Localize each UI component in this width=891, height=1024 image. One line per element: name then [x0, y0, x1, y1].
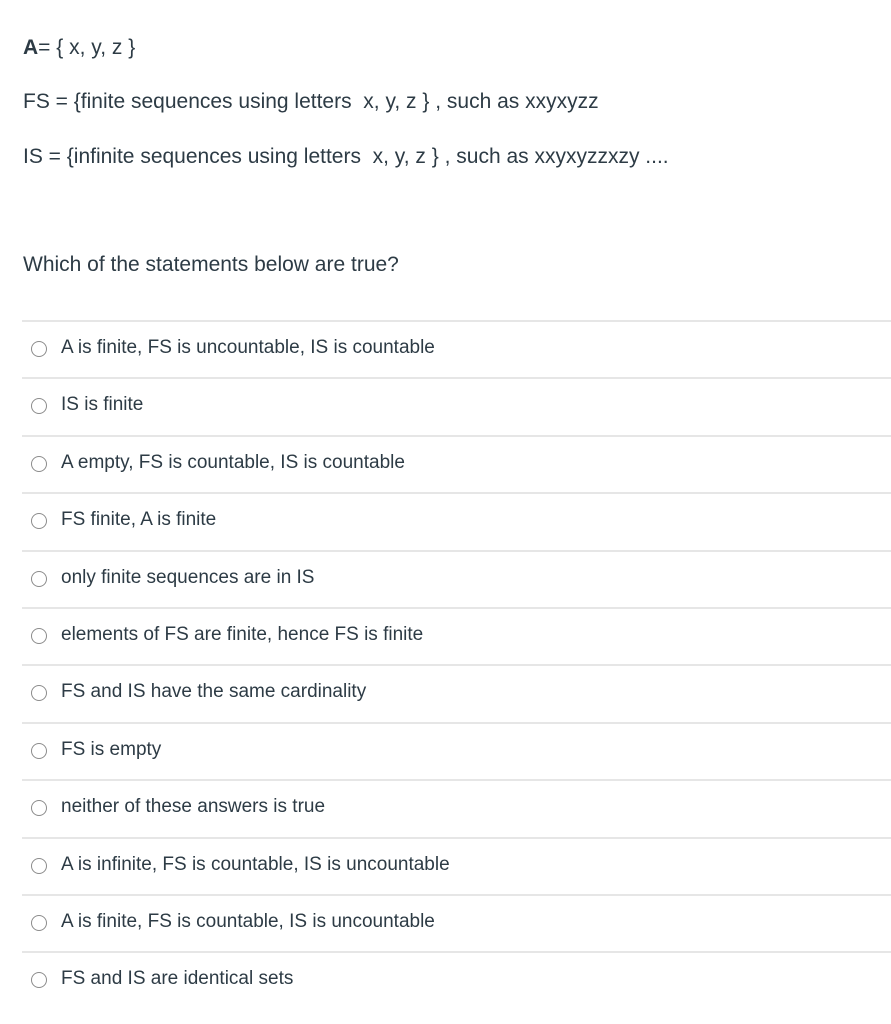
answer-option[interactable]: A is finite, FS is uncountable, IS is co…	[22, 320, 891, 377]
set-a-symbol: A	[23, 36, 39, 59]
radio-button[interactable]	[31, 742, 47, 759]
question-text: Which of the statements below are true?	[23, 253, 399, 276]
answer-label: neither of these answers is true	[61, 796, 326, 818]
set-a-elements: = { x, y, z }	[38, 36, 136, 59]
answer-label: FS and IS have the same cardinality	[61, 681, 367, 703]
answer-label: elements of FS are finite, hence FS is f…	[61, 623, 424, 645]
answer-option[interactable]: only finite sequences are in IS	[22, 549, 891, 607]
definition-a: A= { x, y, z }	[23, 35, 135, 61]
answer-label: FS is empty	[61, 738, 162, 760]
answer-option[interactable]: FS and IS are identical sets	[22, 951, 891, 1008]
radio-button[interactable]	[31, 398, 47, 415]
radio-button[interactable]	[31, 857, 47, 874]
answer-option[interactable]: neither of these answers is true	[22, 779, 891, 836]
radio-button[interactable]	[31, 972, 47, 989]
answer-label: A is finite, FS is countable, IS is unco…	[61, 910, 435, 932]
answer-option[interactable]: FS and IS have the same cardinality	[22, 664, 891, 721]
answer-label: A is finite, FS is uncountable, IS is co…	[61, 337, 435, 358]
answer-option[interactable]: A empty, FS is countable, IS is countabl…	[22, 434, 891, 492]
radio-button[interactable]	[31, 570, 47, 587]
answer-option[interactable]: IS is finite	[22, 377, 891, 434]
answer-label: only finite sequences are in IS	[61, 566, 315, 588]
answer-label: IS is finite	[61, 394, 144, 416]
answer-label: FS finite, A is finite	[61, 509, 217, 531]
radio-button[interactable]	[31, 341, 47, 357]
answer-option[interactable]: A is infinite, FS is countable, IS is un…	[22, 836, 891, 894]
radio-button[interactable]	[31, 800, 47, 817]
answer-option[interactable]: elements of FS are finite, hence FS is f…	[22, 606, 891, 664]
radio-button[interactable]	[31, 513, 47, 530]
answer-option[interactable]: FS finite, A is finite	[22, 492, 891, 549]
radio-button[interactable]	[31, 627, 47, 644]
definition-fs: FS = {finite sequences using letters x, …	[23, 90, 599, 113]
definition-is: IS = {infinite sequences using letters x…	[23, 145, 669, 168]
answer-label: FS and IS are identical sets	[61, 968, 294, 990]
answer-list: A is finite, FS is uncountable, IS is co…	[22, 320, 891, 1009]
radio-button[interactable]	[31, 455, 47, 472]
answer-option[interactable]: FS is empty	[22, 721, 891, 779]
answer-label: A empty, FS is countable, IS is countabl…	[61, 451, 405, 473]
answer-option[interactable]: A is finite, FS is countable, IS is unco…	[22, 893, 891, 951]
radio-button[interactable]	[31, 914, 47, 931]
radio-button[interactable]	[31, 685, 47, 702]
answer-label: A is infinite, FS is countable, IS is un…	[61, 853, 450, 875]
